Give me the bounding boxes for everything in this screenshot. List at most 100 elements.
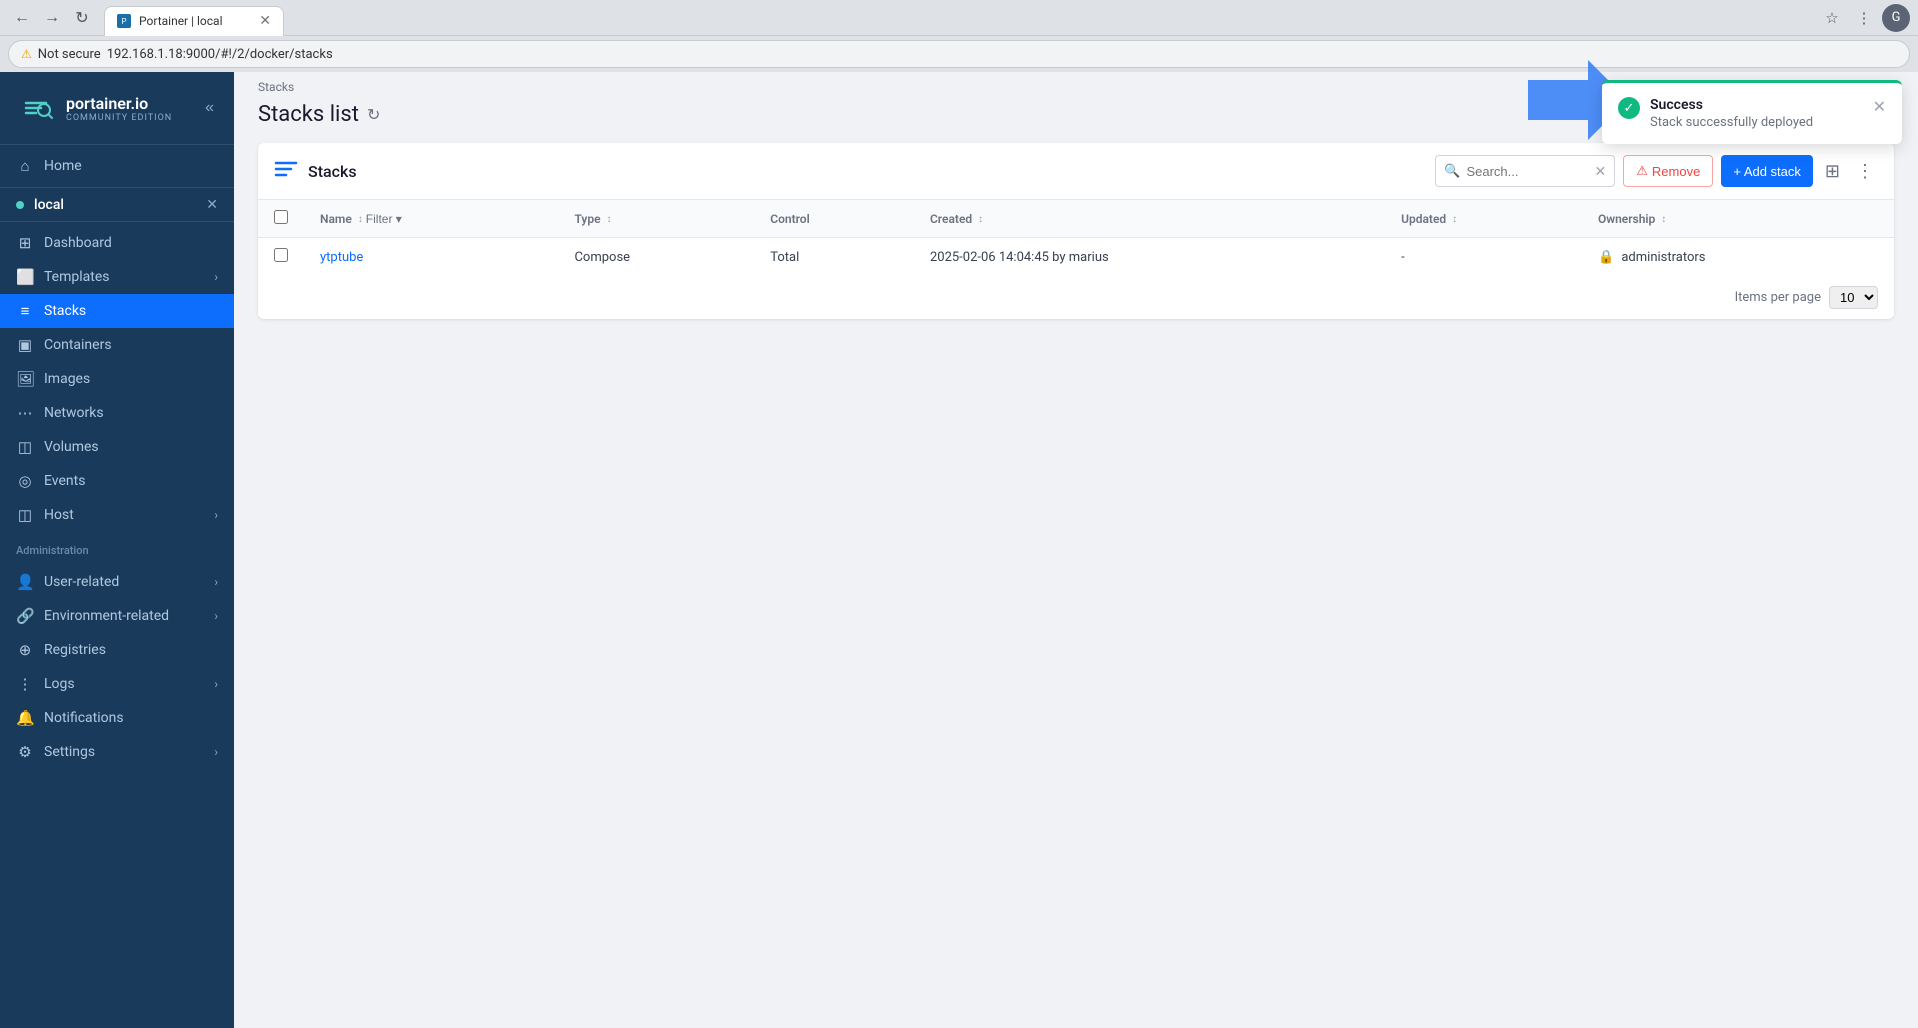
sidebar-logo: portainer.io COMMUNITY EDITION « <box>0 72 234 145</box>
user-avatar[interactable]: G <box>1882 4 1910 32</box>
browser-tab[interactable]: P Portainer | local ✕ <box>104 6 284 36</box>
name-sort-icon: ↕ <box>358 214 363 225</box>
search-icon: 🔍 <box>1444 164 1460 179</box>
sidebar-item-images[interactable]: 🖼 Images <box>0 362 234 396</box>
toast-close-button[interactable]: ✕ <box>1873 97 1886 117</box>
environment-related-chevron-icon: › <box>214 609 218 623</box>
sidebar-registries-label: Registries <box>44 642 218 658</box>
created-sort-icon: ↕ <box>978 214 983 225</box>
created-cell: 2025-02-06 14:04:45 by marius <box>914 238 1385 277</box>
ownership-column-header: Ownership ↕ <box>1582 200 1894 238</box>
filter-button[interactable]: Filter ▾ <box>366 212 402 226</box>
stack-name-link[interactable]: ytptube <box>320 250 363 265</box>
sidebar-item-networks[interactable]: ⋯ Networks <box>0 396 234 430</box>
control-header-label: Control <box>770 212 809 226</box>
sidebar-user-related-label: User-related <box>44 574 204 590</box>
items-per-page-label: Items per page <box>1735 290 1821 305</box>
logo-title: portainer.io <box>66 94 172 113</box>
home-icon: ⌂ <box>16 157 34 175</box>
sidebar-admin-section: 👤 User-related › 🔗 Environment-related ›… <box>0 561 234 773</box>
table-header-row: Name ↕ Filter ▾ Type ↕ Control Created <box>258 200 1894 238</box>
sidebar-item-host[interactable]: ◫ Host › <box>0 498 234 532</box>
templates-chevron-icon: › <box>214 270 218 284</box>
sidebar-env-section: ⊞ Dashboard ⬜ Templates › ≡ Stacks ▣ Con… <box>0 222 234 536</box>
sidebar-item-logs[interactable]: ⋮ Logs › <box>0 667 234 701</box>
containers-icon: ▣ <box>16 336 34 354</box>
env-close-button[interactable]: ✕ <box>206 196 218 213</box>
row-checkbox-cell <box>258 238 304 277</box>
name-column-header: Name ↕ Filter ▾ <box>304 200 558 238</box>
more-options-button[interactable]: ⋮ <box>1850 4 1878 32</box>
sidebar-volumes-label: Volumes <box>44 439 218 455</box>
created-column-header: Created ↕ <box>914 200 1385 238</box>
security-icon: ⚠ <box>21 47 32 61</box>
sidebar-item-notifications[interactable]: 🔔 Notifications <box>0 701 234 735</box>
sidebar-containers-label: Containers <box>44 337 218 353</box>
sidebar-item-registries[interactable]: ⊕ Registries <box>0 633 234 667</box>
tab-title: Portainer | local <box>139 14 223 28</box>
updated-column-header: Updated ↕ <box>1385 200 1582 238</box>
sidebar-item-templates[interactable]: ⬜ Templates › <box>0 260 234 294</box>
ownership-icon: 🔒 <box>1598 250 1614 265</box>
sidebar-environment: local ✕ <box>0 187 234 222</box>
networks-icon: ⋯ <box>16 404 34 422</box>
toast-check-icon: ✓ <box>1618 97 1640 119</box>
forward-button[interactable]: → <box>38 4 66 32</box>
logo-subtitle: COMMUNITY EDITION <box>66 113 172 123</box>
sidebar-item-settings[interactable]: ⚙ Settings › <box>0 735 234 769</box>
sidebar-item-containers[interactable]: ▣ Containers <box>0 328 234 362</box>
address-bar[interactable]: ⚠ Not secure 192.168.1.18:9000/#!/2/dock… <box>8 40 1910 68</box>
refresh-button[interactable]: ↻ <box>367 105 380 125</box>
sidebar-main-section: ⌂ Home <box>0 145 234 187</box>
stacks-panel: Stacks 🔍 ✕ ⚠ Remove + Add stack ⊞ ⋮ <box>258 143 1894 319</box>
back-button[interactable]: ← <box>8 4 36 32</box>
sidebar-networks-label: Networks <box>44 405 218 421</box>
type-column-header: Type ↕ <box>558 200 754 238</box>
environment-related-icon: 🔗 <box>16 607 34 625</box>
bookmark-button[interactable]: ☆ <box>1818 4 1846 32</box>
more-options-button[interactable]: ⋮ <box>1852 157 1878 186</box>
select-all-checkbox[interactable] <box>274 210 288 224</box>
stacks-panel-icon <box>274 159 298 184</box>
control-column-header: Control <box>754 200 914 238</box>
items-per-page-select[interactable]: 10 25 50 <box>1829 286 1878 309</box>
sidebar-item-environment-related[interactable]: 🔗 Environment-related › <box>0 599 234 633</box>
toast-title: Success <box>1650 97 1863 113</box>
sidebar-collapse-button[interactable]: « <box>201 95 218 121</box>
host-chevron-icon: › <box>214 508 218 522</box>
updated-cell: - <box>1385 238 1582 277</box>
sidebar-item-volumes[interactable]: ◫ Volumes <box>0 430 234 464</box>
panel-actions: 🔍 ✕ ⚠ Remove + Add stack ⊞ ⋮ <box>1435 155 1878 187</box>
updated-sort-icon: ↕ <box>1452 214 1457 225</box>
reload-button[interactable]: ↻ <box>68 4 96 32</box>
tab-close-button[interactable]: ✕ <box>259 13 271 29</box>
sidebar-item-events[interactable]: ◎ Events <box>0 464 234 498</box>
env-name: local <box>34 197 196 213</box>
search-clear-button[interactable]: ✕ <box>1595 163 1607 180</box>
remove-button[interactable]: ⚠ Remove <box>1623 155 1713 187</box>
sidebar-item-home[interactable]: ⌂ Home <box>0 149 234 183</box>
select-all-header <box>258 200 304 238</box>
sidebar-stacks-label: Stacks <box>44 303 218 319</box>
sidebar-item-dashboard[interactable]: ⊞ Dashboard <box>0 226 234 260</box>
ownership-sort-icon: ↕ <box>1661 214 1666 225</box>
tab-favicon: P <box>117 14 131 28</box>
search-input[interactable] <box>1466 164 1588 179</box>
stacks-panel-header: Stacks 🔍 ✕ ⚠ Remove + Add stack ⊞ ⋮ <box>258 143 1894 200</box>
page-title: Stacks list <box>258 102 359 127</box>
notification-toast: ✓ Success Stack successfully deployed ✕ <box>1602 80 1902 144</box>
logs-chevron-icon: › <box>214 677 218 691</box>
sidebar-item-stacks[interactable]: ≡ Stacks <box>0 294 234 328</box>
add-stack-button[interactable]: + Add stack <box>1721 155 1813 187</box>
sidebar-item-user-related[interactable]: 👤 User-related › <box>0 565 234 599</box>
stacks-panel-title: Stacks <box>308 162 1425 181</box>
sidebar: portainer.io COMMUNITY EDITION « ⌂ Home … <box>0 72 234 1028</box>
stacks-icon: ≡ <box>16 302 34 320</box>
remove-icon: ⚠ <box>1636 163 1648 179</box>
sidebar-environment-related-label: Environment-related <box>44 608 204 624</box>
type-cell: Compose <box>558 238 754 277</box>
view-toggle-button[interactable]: ⊞ <box>1821 157 1844 186</box>
host-icon: ◫ <box>16 506 34 524</box>
row-checkbox[interactable] <box>274 248 288 262</box>
events-icon: ◎ <box>16 472 34 490</box>
